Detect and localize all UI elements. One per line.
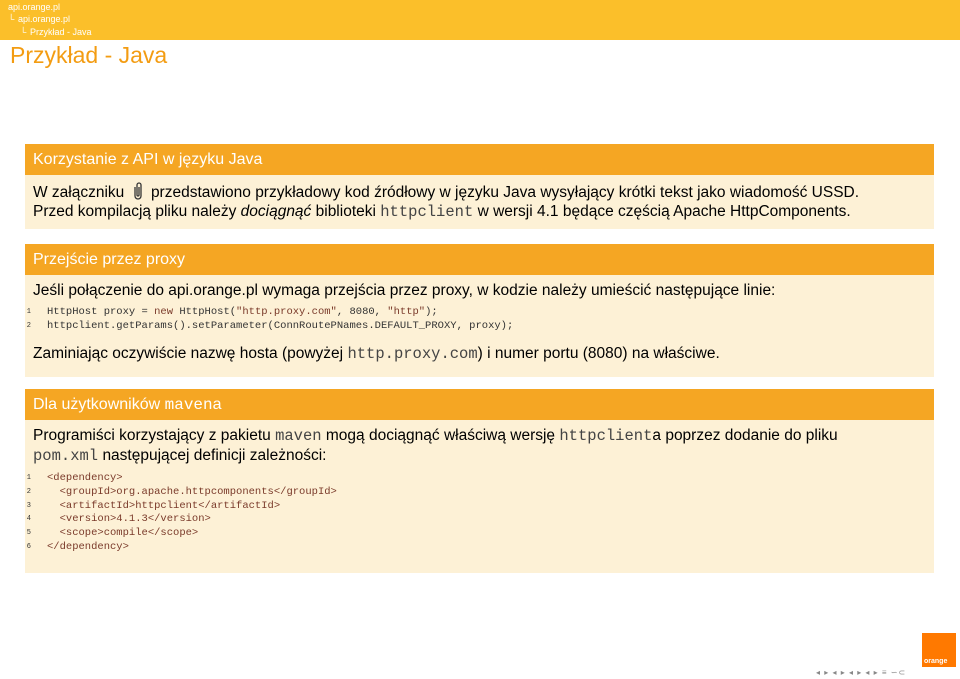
code-line: 4 <version>4.1.3</version> xyxy=(26,513,211,526)
navigation-controls[interactable]: ◂ ▸ ◂ ▸ ◂ ▸ ◂ ▸ ≡ ∽⊂ xyxy=(816,668,906,677)
inline-code: maven xyxy=(275,427,322,445)
code-listing: 1 HttpHost proxy = new HttpHost("http.pro… xyxy=(27,306,926,334)
text: W załączniku xyxy=(33,184,125,201)
header-bar: api.orange.pl └ api.orange.pl └ Przykład -… xyxy=(0,0,960,40)
inline-code: pom.xml xyxy=(33,447,99,465)
block-title: Korzystanie z API w języku Java xyxy=(25,144,934,175)
orange-logo: orange xyxy=(922,633,956,667)
inline-code: maven xyxy=(164,396,213,414)
outro-text: Zaminiając oczywiście nazwę hosta (powyż… xyxy=(33,344,720,363)
block-java-api: Korzystanie z API w języku Java W załącz… xyxy=(25,144,934,229)
code-line: 6 </dependency> xyxy=(26,540,129,553)
text: przedstawiono przykładowy kod źródłowy w… xyxy=(150,184,860,201)
code-line: 3 <artifactId>httpclient</artifactId> xyxy=(26,499,281,512)
block-title: Dla użytkowników mavena xyxy=(25,389,934,420)
block-title: Przejście przez proxy xyxy=(25,244,934,275)
code-line: 1 <dependency> xyxy=(26,472,123,484)
text: Przed kompilacją pliku należy xyxy=(33,203,237,220)
code-line: 1 HttpHost proxy = new HttpHost("http.pro… xyxy=(27,306,926,320)
line-number: 2 xyxy=(26,321,31,330)
breadcrumb-level1[interactable]: └ api.orange.pl xyxy=(8,14,70,24)
block-body: W załączniku przedstawiono przykładowy k… xyxy=(25,175,934,229)
breadcrumb-level2-label: Przykład - Java xyxy=(30,27,92,37)
tree-branch-icon: └ xyxy=(20,27,27,37)
inline-code: httpclient xyxy=(559,427,653,445)
line-number: 1 xyxy=(26,308,31,316)
text: biblioteki xyxy=(315,203,376,220)
text: w wersji 4.1 będące częścią Apache HttpC… xyxy=(477,203,851,220)
intro-text: Jeśli połączenie do api.orange.pl wymaga… xyxy=(33,282,776,299)
breadcrumb-level2[interactable]: └ Przykład - Java xyxy=(20,27,92,37)
tree-branch-icon: └ xyxy=(8,14,15,24)
code-line: 2 <groupId>org.apache.httpcomponents</gr… xyxy=(26,485,337,498)
block-body: Programiści korzystający z pakietu maven… xyxy=(25,420,934,573)
paragraph: Programiści korzystający z pakietu maven… xyxy=(33,427,838,465)
page-title: Przykład - Java xyxy=(10,42,168,68)
inline-code: http.proxy.com xyxy=(347,344,478,363)
breadcrumb-level1-label: api.orange.pl xyxy=(18,14,71,24)
code-line: 2 httpclient.getParams().setParameter(Con… xyxy=(27,320,926,334)
breadcrumb-root[interactable]: api.orange.pl xyxy=(8,2,60,12)
paragraph-line: Przed kompilacją pliku należy dociągnąć … xyxy=(33,202,926,222)
block-proxy: Przejście przez proxy Jeśli połączenie d… xyxy=(25,244,934,377)
code-listing: 1 <dependency> 2 <groupId>org.apache.http… xyxy=(26,472,926,555)
code-line: 5 <scope>compile</scope> xyxy=(26,527,199,540)
inline-code: httpclient xyxy=(380,203,474,221)
emphasis-text: dociągnąć xyxy=(240,203,312,220)
block-maven: Dla użytkowników mavena Programiści korz… xyxy=(25,389,934,573)
paperclip-icon[interactable] xyxy=(131,181,145,201)
block-body: Jeśli połączenie do api.orange.pl wymaga… xyxy=(25,275,934,377)
logo-text: orange xyxy=(924,658,948,665)
paragraph-line: W załączniku przedstawiono przykładowy k… xyxy=(33,181,926,202)
